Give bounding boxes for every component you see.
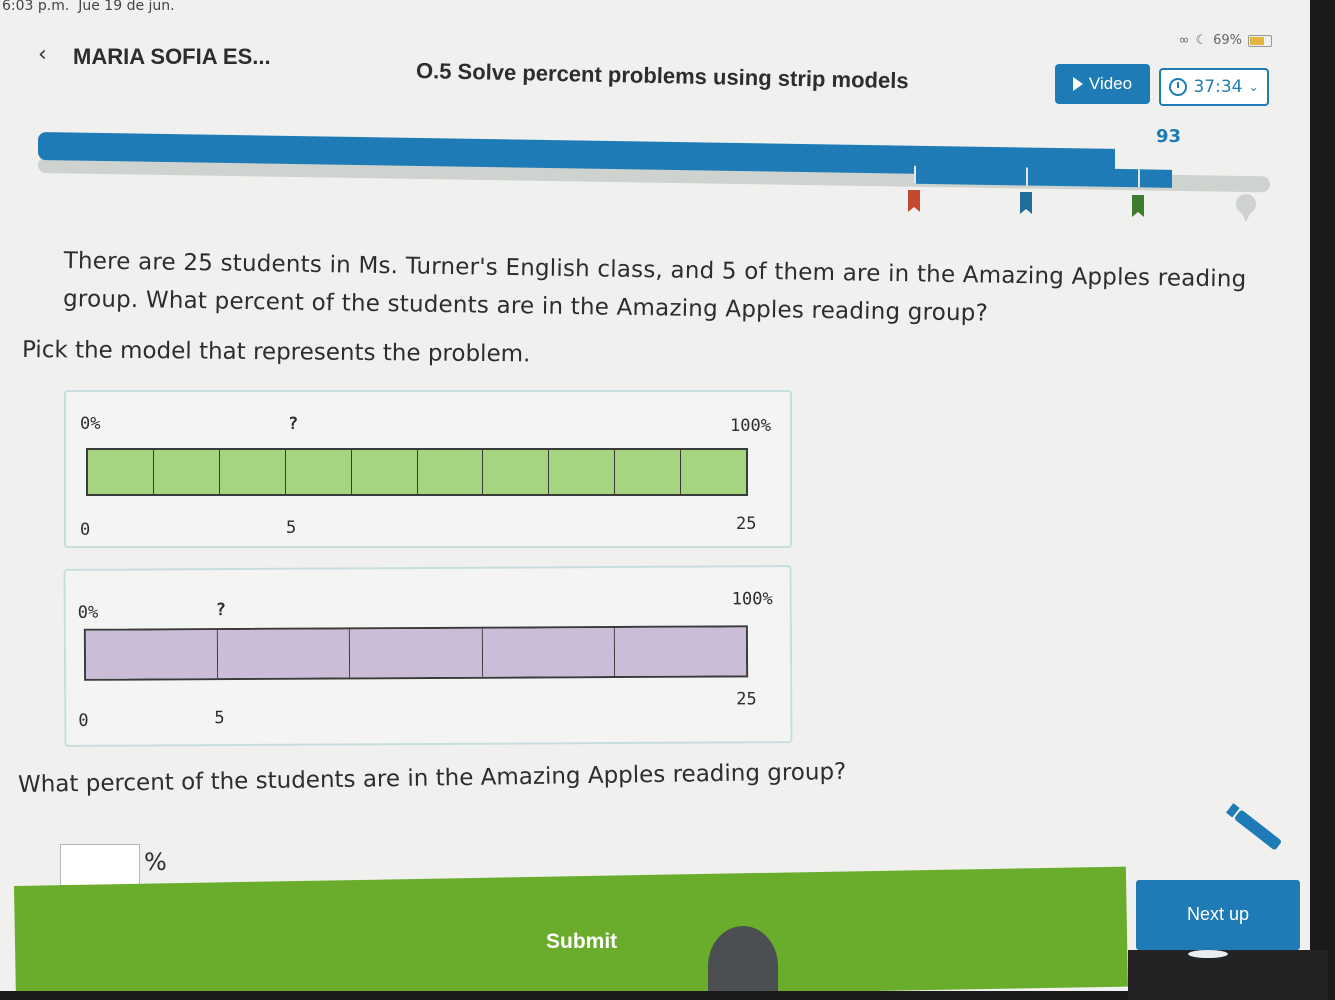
strip-cell	[88, 450, 154, 494]
status-time: 6:03 p.m. Jue 19 de jun.	[2, 0, 175, 14]
bookmark-red-icon	[908, 190, 920, 212]
label-25: 25	[736, 689, 757, 710]
strip-cell	[549, 450, 616, 494]
label-0-percent: 0%	[77, 602, 99, 623]
clock-icon	[1169, 78, 1188, 96]
strip-cell	[681, 450, 747, 494]
skill-title: O.5 Solve percent problems using strip m…	[415, 58, 909, 94]
status-icons: ∞ ☾ 69%	[1179, 33, 1272, 48]
strip-cell	[351, 450, 418, 494]
strip-cell	[219, 450, 286, 494]
pencil-icon[interactable]	[1233, 809, 1283, 851]
label-5: 5	[214, 708, 225, 729]
status-bar: 6:03 p.m. Jue 19 de jun.	[0, 0, 1310, 22]
submit-label[interactable]: Submit	[546, 930, 617, 954]
strip-cell	[614, 627, 747, 677]
moon-icon: ☾	[1195, 33, 1208, 48]
progress-segment	[1026, 167, 1140, 188]
label-5: 5	[286, 518, 297, 538]
label-unknown: ?	[215, 600, 227, 621]
label-25: 25	[736, 514, 757, 534]
progress-segment	[1138, 169, 1172, 188]
timer-dropdown[interactable]: 37:34 ⌄	[1159, 68, 1269, 106]
strip-cell	[218, 629, 351, 679]
smartscore-value: 93	[1156, 126, 1182, 147]
battery-percent: 69%	[1213, 33, 1242, 48]
instruction-text: Pick the model that represents the probl…	[21, 337, 531, 368]
chevron-down-icon: ⌄	[1248, 80, 1259, 94]
percent-answer-input[interactable]	[60, 844, 140, 886]
screen: 6:03 p.m. Jue 19 de jun. ∞ ☾ 69% ‹ MARIA…	[0, 0, 1310, 991]
submit-button[interactable]	[14, 866, 1128, 991]
strip-cell	[153, 450, 220, 494]
video-label: Video	[1088, 74, 1133, 93]
model-option-purple[interactable]: 0% ? 100% 0 5 25	[63, 565, 793, 747]
next-up-button[interactable]: Next up	[1136, 880, 1300, 950]
strip-cell	[483, 450, 550, 494]
next-up-label: Next up	[1186, 904, 1250, 924]
label-0-percent: 0%	[80, 414, 101, 434]
question-text: There are 25 students in Ms. Turner's En…	[62, 247, 1247, 327]
strip-model-green	[86, 448, 748, 496]
play-icon	[1072, 77, 1083, 91]
device-bezel	[1128, 950, 1328, 1000]
student-name[interactable]: MARIA SOFIA ES...	[73, 44, 271, 70]
label-100-percent: 100%	[731, 589, 773, 610]
bookmark-blue-icon	[1020, 192, 1032, 214]
strip-cell	[482, 628, 615, 677]
bookmark-green-icon	[1132, 195, 1144, 217]
progress-bar	[38, 132, 1270, 193]
strip-cell	[85, 630, 219, 679]
percent-sign: %	[144, 848, 167, 876]
strip-cell	[285, 450, 352, 494]
label-unknown: ?	[288, 414, 299, 434]
progress-segment	[914, 165, 1028, 186]
timer-value: 37:34	[1193, 77, 1243, 97]
label-100-percent: 100%	[730, 416, 771, 436]
label-0: 0	[78, 710, 89, 731]
model-option-green[interactable]: 0% ? 100% 0 5 25	[64, 390, 792, 548]
label-0: 0	[80, 520, 91, 540]
award-icon	[1236, 194, 1256, 222]
strip-cell	[350, 628, 483, 678]
strip-cell	[615, 450, 682, 494]
strip-cell	[417, 450, 484, 494]
wifi-icon: ∞	[1178, 33, 1190, 48]
video-button[interactable]: Video	[1055, 64, 1150, 104]
answer-prompt: What percent of the students are in the …	[17, 758, 847, 798]
strip-model-purple	[83, 625, 749, 681]
chevron-left-icon[interactable]: ‹	[38, 42, 47, 67]
battery-icon	[1248, 34, 1272, 47]
